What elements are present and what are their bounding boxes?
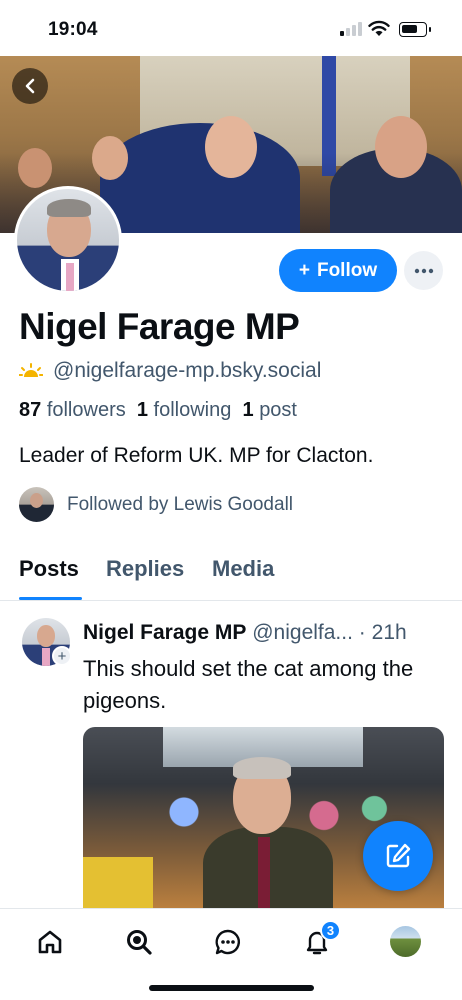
post-handle[interactable]: @nigelfa... (252, 621, 353, 644)
followers-link[interactable]: 87 followers (19, 399, 126, 421)
follow-plus-badge[interactable]: + (52, 646, 72, 666)
tab-indicator (19, 597, 82, 600)
tab-replies[interactable]: Replies (106, 556, 184, 582)
more-options-button[interactable] (404, 251, 443, 290)
profile-avatar[interactable] (14, 186, 122, 294)
back-button[interactable] (12, 68, 48, 104)
chevron-left-icon (25, 78, 35, 94)
battery-icon (399, 22, 431, 37)
status-time: 19:04 (48, 19, 98, 40)
status-bar: 19:04 (0, 0, 462, 56)
following-link[interactable]: 1 following (137, 399, 232, 421)
post-author[interactable]: Nigel Farage MP (83, 621, 246, 644)
nav-home[interactable] (33, 925, 67, 959)
profile-stats: 87 followers 1 following 1 post (19, 399, 297, 422)
compose-button[interactable] (363, 821, 433, 891)
follower-avatar (19, 487, 54, 522)
tab-media[interactable]: Media (212, 556, 274, 582)
post-separator: · (358, 621, 366, 644)
followed-by-row[interactable]: Followed by Lewis Goodall (19, 487, 293, 522)
plus-icon: + (298, 259, 310, 281)
compose-icon (386, 843, 411, 868)
tab-posts[interactable]: Posts (19, 556, 79, 582)
home-indicator (149, 985, 314, 991)
notifications-badge: 3 (320, 920, 341, 941)
sun-icon (19, 363, 43, 377)
wifi-icon (368, 20, 390, 36)
profile-handle: @nigelfarage-mp.bsky.social (53, 359, 322, 382)
followed-by-text: Followed by Lewis Goodall (67, 493, 294, 515)
follow-label: Follow (316, 259, 378, 281)
posts-count: 1 post (242, 399, 298, 421)
display-name: Nigel Farage MP (19, 306, 300, 347)
post-text: This should set the cat among the pigeon… (83, 656, 414, 713)
chat-icon (215, 929, 241, 955)
search-icon (127, 930, 152, 955)
signal-icon (340, 22, 362, 36)
ellipsis-icon (414, 268, 433, 273)
follow-button[interactable]: + Follow (279, 249, 397, 292)
post-time: 21h (371, 621, 407, 644)
post-header: Nigel Farage MP @nigelfa... · 21h (83, 621, 407, 645)
nav-chat[interactable] (211, 925, 245, 959)
nav-search[interactable] (122, 925, 156, 959)
home-icon (38, 930, 62, 954)
handle-row: @nigelfarage-mp.bsky.social (19, 359, 321, 383)
profile-tabs: Posts Replies Media (0, 546, 462, 601)
profile-bio: Leader of Reform UK. MP for Clacton. (19, 444, 374, 467)
nav-profile-avatar[interactable] (390, 926, 421, 957)
